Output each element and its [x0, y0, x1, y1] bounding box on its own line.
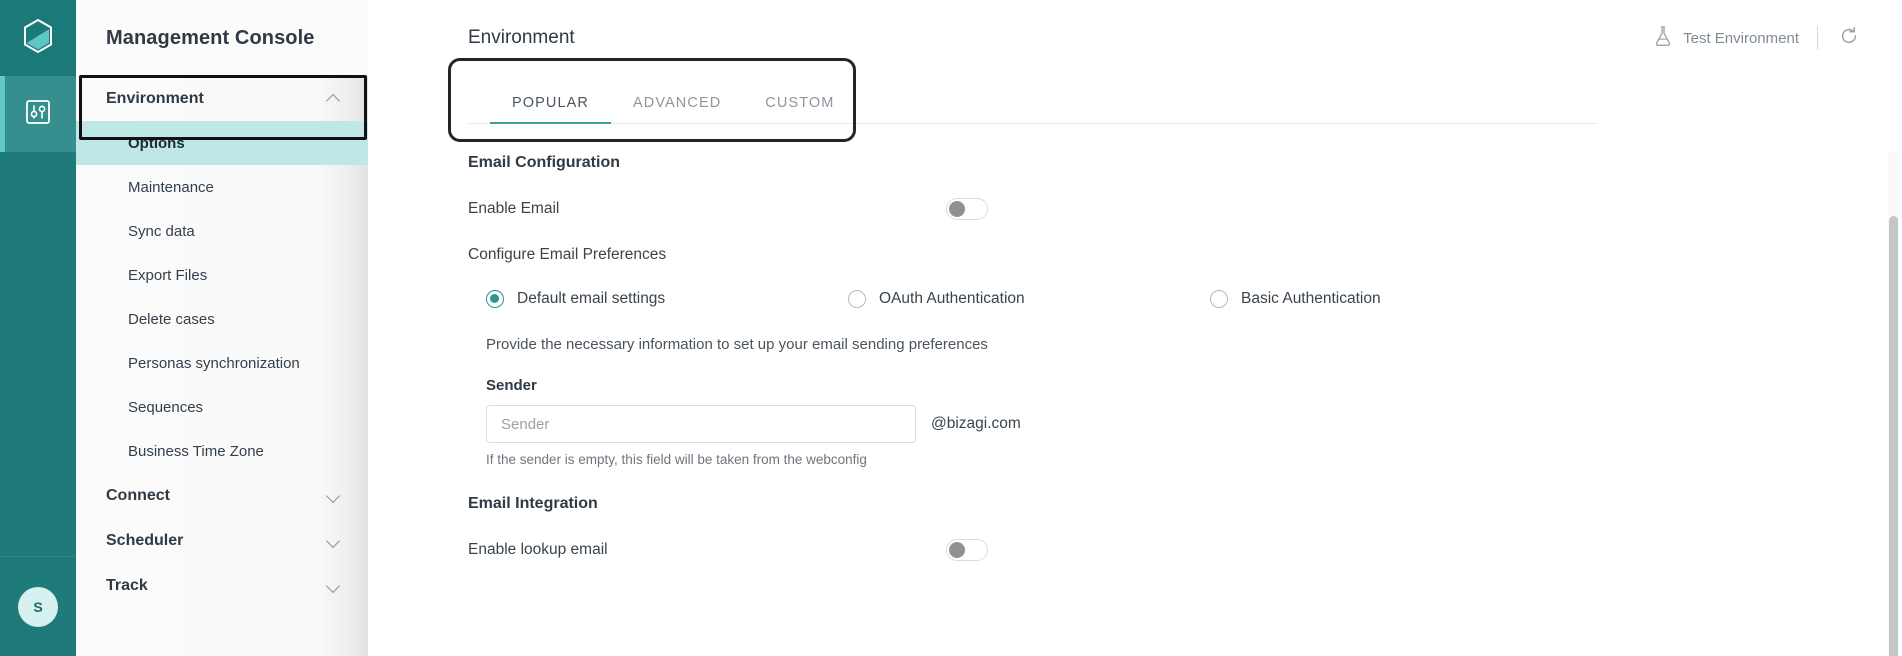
- tabs-container: POPULAR ADVANCED CUSTOM: [448, 58, 1598, 142]
- app-root: S Management Console Environment Options…: [0, 0, 1902, 656]
- refresh-button[interactable]: [1836, 25, 1862, 51]
- sidebar-item-maintenance[interactable]: Maintenance: [76, 165, 368, 209]
- sidebar: Management Console Environment Options M…: [76, 0, 368, 656]
- tab-advanced[interactable]: ADVANCED: [611, 95, 743, 123]
- tab-label: POPULAR: [512, 95, 589, 111]
- sidebar-item-label: Export Files: [128, 266, 208, 284]
- section-email-configuration: Email Configuration Enable Email Configu…: [468, 124, 1688, 467]
- sender-hint: If the sender is empty, this field will …: [486, 452, 867, 467]
- sidebar-item-options[interactable]: Options: [76, 121, 368, 165]
- sidebar-item-label: Maintenance: [128, 178, 214, 196]
- chevron-down-icon: [327, 579, 340, 592]
- email-preferences-helper-text: Provide the necessary information to set…: [486, 336, 988, 353]
- tab-label: ADVANCED: [633, 95, 722, 111]
- tab-popular[interactable]: POPULAR: [490, 95, 611, 124]
- sidebar-group-environment[interactable]: Environment: [76, 76, 368, 121]
- sidebar-group-connect[interactable]: Connect: [76, 473, 368, 518]
- environment-selector[interactable]: Test Environment: [1653, 25, 1817, 51]
- sidebar-item-label: Business Time Zone: [128, 442, 264, 460]
- sidebar-nav: Environment Options Maintenance Sync dat…: [76, 76, 368, 656]
- sender-field-block: Sender @bizagi.com If the sender is empt…: [468, 377, 1688, 467]
- sidebar-title: Management Console: [76, 0, 368, 76]
- radio-option-default-email-settings[interactable]: Default email settings: [486, 290, 848, 308]
- sidebar-group-label: Track: [106, 576, 148, 594]
- sidebar-item-label: Personas synchronization: [128, 354, 300, 372]
- sidebar-item-sequences[interactable]: Sequences: [76, 385, 368, 429]
- avatar[interactable]: S: [18, 586, 58, 627]
- toggle-knob: [949, 201, 965, 217]
- enable-lookup-email-label: Enable lookup email: [468, 541, 608, 558]
- sidebar-item-export-files[interactable]: Export Files: [76, 253, 368, 297]
- chevron-down-icon: [327, 489, 340, 502]
- tab-custom[interactable]: CUSTOM: [743, 95, 856, 123]
- radio-option-basic-authentication[interactable]: Basic Authentication: [1210, 290, 1572, 308]
- sliders-settings-icon: [23, 97, 53, 132]
- topbar-right: Test Environment: [1653, 25, 1862, 51]
- main-content: Environment Test Environment POPULAR ADV…: [368, 0, 1902, 656]
- section-title: Email Configuration: [468, 154, 620, 171]
- radio-label: OAuth Authentication: [879, 290, 1025, 307]
- page-title: Environment: [468, 27, 575, 48]
- sidebar-group-label: Connect: [106, 486, 170, 504]
- section-email-integration: Email Integration Enable lookup email: [468, 467, 1688, 561]
- sender-field-line: @bizagi.com: [486, 405, 1688, 443]
- content-area: POPULAR ADVANCED CUSTOM Email Configurat…: [368, 58, 1902, 656]
- sidebar-item-delete-cases[interactable]: Delete cases: [76, 297, 368, 341]
- topbar: Environment Test Environment: [368, 0, 1902, 76]
- sidebar-item-label: Options: [128, 134, 185, 152]
- radio-option-oauth-authentication[interactable]: OAuth Authentication: [848, 290, 1210, 308]
- scrollbar-thumb[interactable]: [1889, 216, 1898, 656]
- radio-indicator: [486, 290, 504, 308]
- row-enable-email: Enable Email: [468, 198, 1688, 220]
- configure-email-preferences-label: Configure Email Preferences: [468, 246, 667, 263]
- rail-item-settings[interactable]: [0, 76, 76, 152]
- section-title: Email Integration: [468, 495, 598, 512]
- sidebar-item-business-time-zone[interactable]: Business Time Zone: [76, 429, 368, 473]
- flask-icon: [1653, 25, 1673, 51]
- row-enable-lookup-email: Enable lookup email: [468, 539, 1688, 561]
- icon-rail: S: [0, 0, 76, 656]
- toggle-knob: [949, 542, 965, 558]
- tab-label: CUSTOM: [765, 95, 835, 111]
- radio-indicator: [1210, 290, 1228, 308]
- sidebar-item-personas-synchronization[interactable]: Personas synchronization: [76, 341, 368, 385]
- sidebar-group-label: Scheduler: [106, 531, 184, 549]
- enable-email-toggle[interactable]: [946, 198, 988, 220]
- radio-label: Basic Authentication: [1241, 290, 1381, 307]
- radio-label: Default email settings: [517, 290, 666, 307]
- content-scrollbar[interactable]: [1888, 152, 1899, 656]
- rail-footer: S: [0, 556, 76, 656]
- sidebar-item-sync-data[interactable]: Sync data: [76, 209, 368, 253]
- app-logo[interactable]: [0, 0, 76, 76]
- sender-domain-suffix: @bizagi.com: [931, 415, 1021, 432]
- tabs: POPULAR ADVANCED CUSTOM: [468, 76, 1598, 124]
- environment-label: Test Environment: [1683, 29, 1799, 47]
- sender-label: Sender: [486, 377, 537, 394]
- chevron-up-icon: [327, 92, 340, 105]
- sidebar-group-label: Environment: [106, 89, 204, 107]
- enable-lookup-email-toggle[interactable]: [946, 539, 988, 561]
- sidebar-group-scheduler[interactable]: Scheduler: [76, 518, 368, 563]
- sender-input[interactable]: [486, 405, 916, 443]
- auth-options-group: Default email settings OAuth Authenticat…: [468, 290, 1688, 308]
- topbar-divider: [1817, 26, 1818, 50]
- sidebar-item-label: Delete cases: [128, 310, 215, 328]
- chevron-down-icon: [327, 534, 340, 547]
- refresh-icon: [1839, 26, 1859, 50]
- sidebar-item-label: Sync data: [128, 222, 195, 240]
- sidebar-group-track[interactable]: Track: [76, 563, 368, 608]
- sidebar-item-label: Sequences: [128, 398, 204, 416]
- rail-spacer: [0, 152, 76, 556]
- hexagon-logo-icon: [22, 18, 54, 59]
- radio-indicator: [848, 290, 866, 308]
- enable-email-label: Enable Email: [468, 200, 560, 217]
